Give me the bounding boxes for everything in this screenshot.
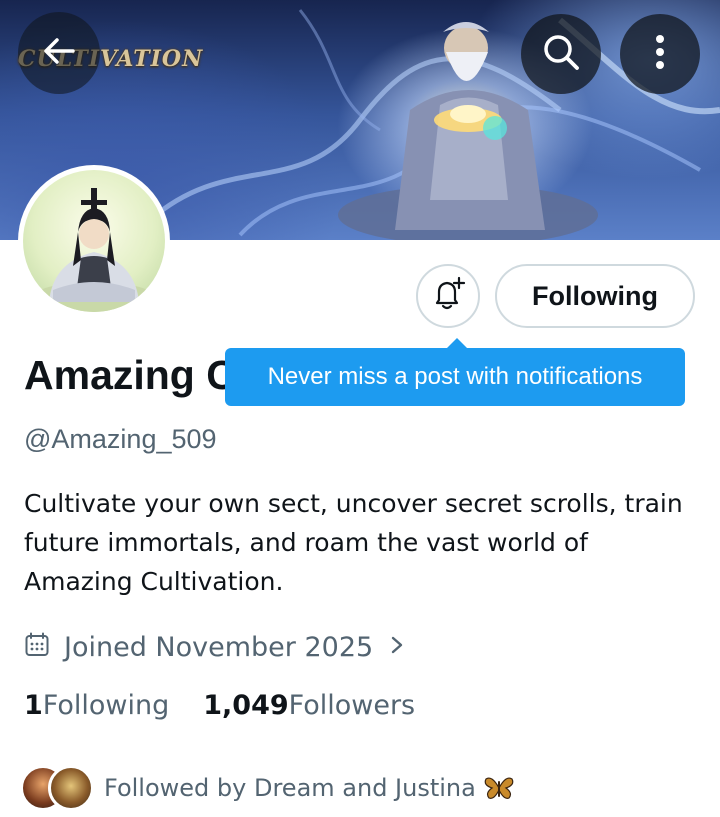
following-count: 1 [24, 690, 43, 721]
avatar-image [23, 170, 165, 312]
profile-avatar[interactable] [18, 165, 170, 317]
followed-by-text: Followed by Dream and Justina [104, 774, 476, 802]
joined-date: Joined November 2025 [64, 631, 374, 663]
followers-stat-label: Followers [288, 690, 416, 721]
following-button[interactable]: Following [495, 264, 695, 328]
more-vertical-icon [654, 32, 666, 76]
notifications-button[interactable] [416, 264, 480, 328]
following-stat-label: Following [42, 690, 170, 721]
joined-date-row[interactable]: Joined November 2025 [24, 627, 407, 667]
search-button[interactable] [521, 14, 601, 94]
bell-plus-icon [430, 276, 466, 316]
chevron-right-icon [387, 633, 407, 661]
follow-stats: 1Following 1,049Followers [24, 690, 415, 721]
profile-handle: @Amazing_509 [24, 424, 217, 454]
back-button[interactable] [18, 12, 100, 94]
notifications-tooltip[interactable]: Never miss a post with notifications [225, 348, 685, 406]
calendar-icon [24, 632, 50, 662]
followed-by-avatars [20, 761, 94, 815]
following-stat[interactable]: 1Following [24, 690, 169, 721]
followed-by-row[interactable]: Followed by Dream and Justina [20, 760, 514, 816]
more-options-button[interactable] [620, 14, 700, 94]
back-arrow-icon [39, 31, 79, 75]
butterfly-emoji-icon [484, 775, 514, 801]
search-icon [540, 31, 582, 77]
followers-stat[interactable]: 1,049Followers [203, 690, 415, 721]
followers-count: 1,049 [203, 690, 289, 721]
profile-bio: Cultivate your own sect, uncover secret … [24, 489, 683, 596]
follower-avatar [48, 765, 94, 811]
